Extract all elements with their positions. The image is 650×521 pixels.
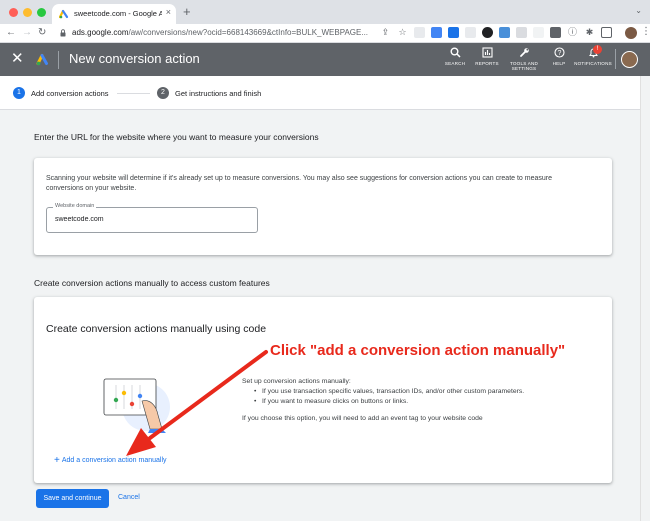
back-arrow-icon[interactable]: ← (6, 27, 16, 38)
help-label: HELP (552, 61, 566, 66)
kebab-menu-icon[interactable]: ⋮ (641, 26, 650, 37)
help-button[interactable]: ? HELP (549, 47, 569, 66)
forward-arrow-icon[interactable]: → (22, 27, 32, 38)
lock-icon[interactable] (60, 29, 66, 37)
website-section-heading: Enter the URL for the website where you … (34, 132, 319, 142)
svg-text:?: ? (557, 50, 561, 57)
website-domain-input[interactable] (55, 216, 245, 223)
window-close-button[interactable] (9, 8, 18, 17)
search-button[interactable]: SEARCH (443, 47, 467, 66)
step1-number: 1 (13, 87, 25, 99)
cancel-button[interactable]: Cancel (118, 494, 140, 501)
tab-title: sweetcode.com - Google Ads (74, 9, 162, 18)
header-separator (615, 49, 616, 69)
step1-label: Add conversion actions (31, 89, 109, 98)
tab-search-icon[interactable]: ⌄ (635, 6, 642, 15)
url-field[interactable]: ads.google.com/aw/conversions/new?ocid=6… (72, 28, 368, 37)
add-conversion-action-link[interactable]: + Add a conversion action manually (54, 455, 167, 466)
website-card: Scanning your website will determine if … (34, 158, 612, 255)
side-panel-icon[interactable] (601, 27, 612, 38)
scrollbar[interactable] (640, 76, 650, 521)
manual-card: Create conversion actions manually using… (34, 297, 612, 483)
reports-label: REPORTS (475, 61, 499, 66)
extension-icon-gray[interactable] (516, 27, 527, 38)
website-description: Scanning your website will determine if … (46, 175, 552, 192)
browser-profile-avatar[interactable] (625, 27, 637, 39)
notifications-button[interactable]: ! NOTIFICATIONS (573, 45, 613, 66)
new-tab-button[interactable]: + (183, 4, 191, 19)
help-icon: ? (549, 47, 569, 61)
notification-badge: ! (593, 45, 602, 54)
share-icon[interactable]: ⇪ (380, 27, 391, 38)
manual-setup-text: Set up conversion actions manually: If y… (242, 377, 602, 424)
tab-close-icon[interactable]: × (166, 7, 171, 17)
account-avatar[interactable] (621, 51, 638, 68)
notifications-label: NOTIFICATIONS (574, 61, 612, 66)
instruction-annotation: Click "add a conversion action manually" (270, 342, 566, 359)
page-title: New conversion action (69, 51, 200, 66)
search-icon (443, 47, 467, 61)
bookmark-star-icon[interactable]: ☆ (397, 27, 408, 38)
url-host: ads.google.com (72, 28, 129, 37)
add-conversion-action-label: Add a conversion action manually (61, 457, 167, 464)
progress-stepper: 1 Add conversion actions 2 Get instructi… (0, 76, 640, 110)
camera-extension-icon[interactable] (414, 27, 425, 38)
extension-icon-dark[interactable] (550, 27, 561, 38)
close-icon[interactable]: ✕ (11, 49, 24, 67)
plus-icon: + (54, 455, 60, 466)
window-zoom-button[interactable] (37, 8, 46, 17)
search-label: SEARCH (444, 61, 466, 66)
browser-tab[interactable]: sweetcode.com - Google Ads × (52, 4, 176, 24)
manual-section-heading: Create conversion actions manually to ac… (34, 278, 270, 288)
extension-icon-faint[interactable] (533, 27, 544, 38)
wrench-icon (509, 47, 539, 61)
address-bar: ← → ↻ ads.google.com/aw/conversions/new?… (0, 24, 650, 43)
save-and-continue-button[interactable]: Save and continue (36, 489, 109, 508)
info-icon[interactable]: ⓘ (567, 27, 578, 38)
google-ads-favicon-icon (59, 9, 69, 19)
url-path: /aw/conversions/new?ocid=668143669&ctInf… (128, 28, 369, 37)
browser-tab-bar: sweetcode.com - Google Ads × + ⌄ (0, 0, 650, 24)
step2-number: 2 (157, 87, 169, 99)
manual-intro: Set up conversion actions manually: (242, 378, 351, 385)
website-domain-label: Website domain (53, 203, 97, 209)
manual-card-title: Create conversion actions manually using… (46, 323, 267, 335)
app-header: ✕ New conversion action SEARCH REPORTS T… (0, 43, 650, 76)
website-domain-field[interactable]: Website domain (46, 203, 258, 233)
extension-icon-blue[interactable] (431, 27, 442, 38)
tools-and-settings-button[interactable]: TOOLS AND SETTINGS (509, 47, 539, 71)
manual-bullet-2: If you want to measure clicks on buttons… (242, 397, 602, 407)
manual-note: If you choose this option, you will need… (242, 415, 483, 422)
step-connector (117, 93, 150, 94)
reload-icon[interactable]: ↻ (38, 27, 46, 38)
tools-label-line2: SETTINGS (511, 66, 537, 71)
google-ads-logo-icon (36, 54, 48, 66)
code-setup-illustration-icon (103, 378, 170, 433)
extension-icon-teal[interactable] (448, 27, 459, 38)
manual-bullet-1: If you use transaction specific values, … (242, 387, 602, 397)
manual-bullets: If you use transaction specific values, … (242, 387, 602, 407)
puzzle-extensions-icon[interactable]: ✱ (584, 27, 595, 38)
reports-button[interactable]: REPORTS (475, 47, 499, 66)
extension-toolbar: ⇪ ☆ ⓘ ✱ (380, 27, 612, 38)
step2-label: Get instructions and finish (175, 89, 262, 98)
reports-icon (475, 47, 499, 61)
window-minimize-button[interactable] (23, 8, 32, 17)
extension-icon-grid[interactable] (465, 27, 476, 38)
extension-icon-circle[interactable] (482, 27, 493, 38)
extension-icon-twitter[interactable] (499, 27, 510, 38)
header-divider (58, 51, 59, 69)
